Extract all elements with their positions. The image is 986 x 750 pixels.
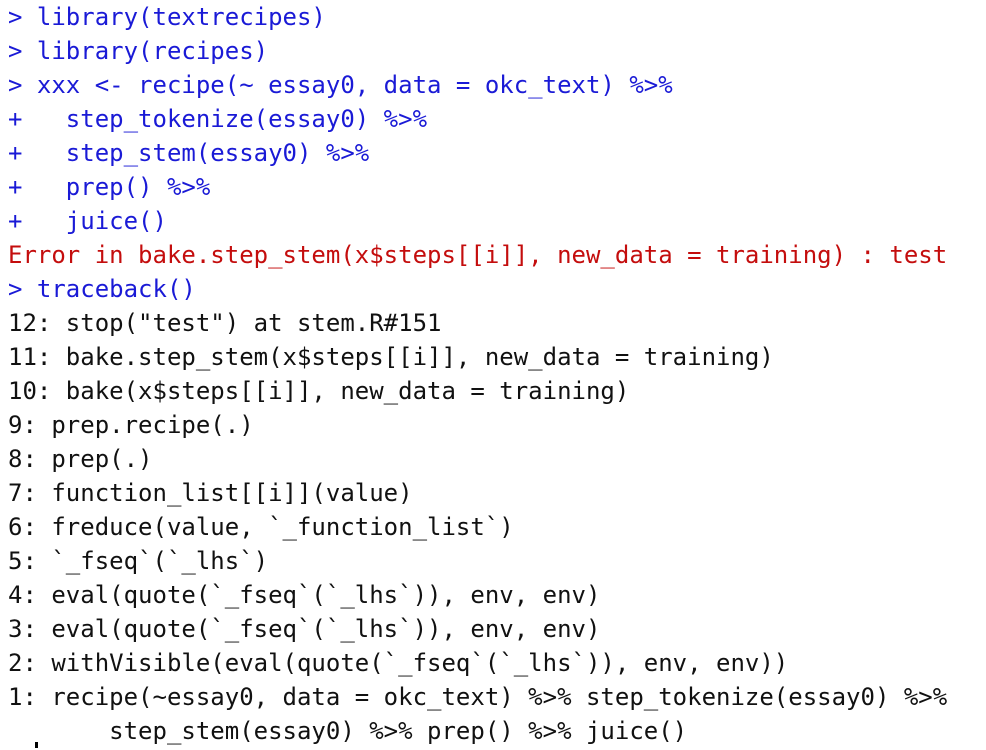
traceback-line: 2: withVisible(eval(quote(`_fseq`(`_lhs`… bbox=[8, 649, 789, 677]
console-input-line: > xxx <- recipe(~ essay0, data = okc_tex… bbox=[8, 71, 673, 99]
traceback-line: 8: prep(.) bbox=[8, 445, 153, 473]
r-console[interactable]: > library(textrecipes) > library(recipes… bbox=[8, 0, 978, 748]
traceback-line: 1: recipe(~essay0, data = okc_text) %>% … bbox=[8, 683, 948, 711]
traceback-line: 12: stop("test") at stem.R#151 bbox=[8, 309, 442, 337]
traceback-line: 6: freduce(value, `_function_list`) bbox=[8, 513, 514, 541]
traceback-line: 7: function_list[[i]](value) bbox=[8, 479, 413, 507]
console-continuation-line: + step_stem(essay0) %>% bbox=[8, 139, 370, 167]
traceback-line: 10: bake(x$steps[[i]], new_data = traini… bbox=[8, 377, 630, 405]
traceback-line: 9: prep.recipe(.) bbox=[8, 411, 254, 439]
traceback-line: 11: bake.step_stem(x$steps[[i]], new_dat… bbox=[8, 343, 774, 371]
console-input-line: > library(recipes) bbox=[8, 37, 269, 65]
text-cursor bbox=[35, 742, 38, 748]
traceback-line: 5: `_fseq`(`_lhs`) bbox=[8, 547, 269, 575]
traceback-line: 4: eval(quote(`_fseq`(`_lhs`)), env, env… bbox=[8, 581, 601, 609]
console-continuation-line: + juice() bbox=[8, 207, 167, 235]
traceback-line-continuation: step_stem(essay0) %>% prep() %>% juice() bbox=[8, 717, 688, 745]
console-input-line: > library(textrecipes) bbox=[8, 3, 326, 31]
console-continuation-line: + prep() %>% bbox=[8, 173, 211, 201]
traceback-line: 3: eval(quote(`_fseq`(`_lhs`)), env, env… bbox=[8, 615, 601, 643]
console-error-message: Error in bake.step_stem(x$steps[[i]], ne… bbox=[8, 241, 948, 269]
console-continuation-line: + step_tokenize(essay0) %>% bbox=[8, 105, 428, 133]
console-input-line: > traceback() bbox=[8, 275, 196, 303]
